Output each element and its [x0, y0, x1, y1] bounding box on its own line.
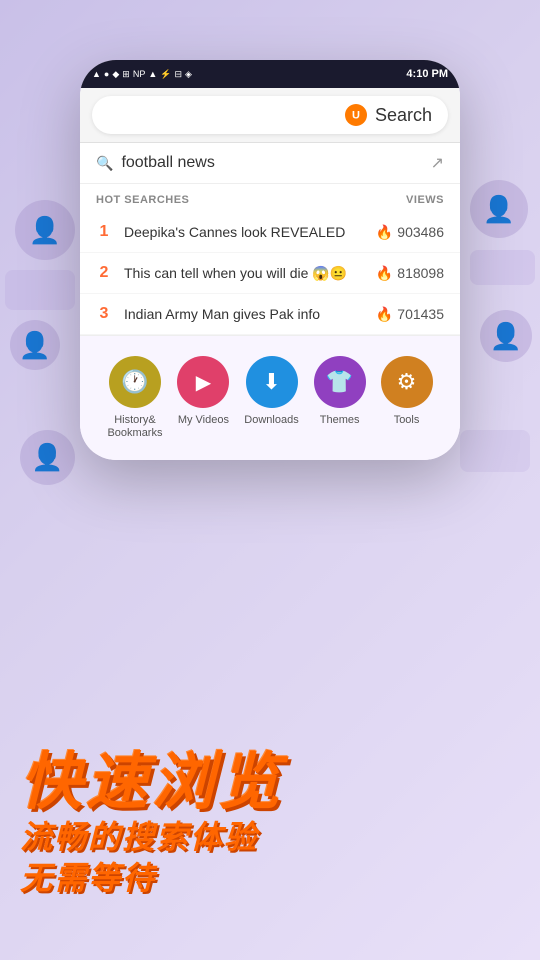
- app-icon-videos[interactable]: ▶ My Videos: [177, 356, 229, 427]
- item-views-3: 701435: [397, 306, 444, 322]
- rank-3: 3: [96, 305, 112, 323]
- status-icons-left: ▲ ● ◆ ⊞ NP ▲ ⚡ ⊟ ◈: [92, 69, 192, 80]
- status-icon-4: ⊞: [122, 69, 130, 80]
- item-views-1: 903486: [397, 224, 444, 240]
- fire-icon-3: 🔥: [376, 306, 393, 323]
- themes-label: Themes: [320, 414, 360, 427]
- hot-search-item-3[interactable]: 3 Indian Army Man gives Pak info 🔥 70143…: [80, 294, 460, 335]
- bg-profile-5: 👤: [480, 310, 532, 362]
- hot-searches-label: HOT SEARCHES: [96, 194, 189, 206]
- views-label: VIEWS: [406, 194, 444, 206]
- tools-icon: ⚙: [397, 369, 417, 395]
- hot-searches-header: HOT SEARCHES VIEWS: [80, 184, 460, 212]
- item-text-1: Deepika's Cannes look REVEALED: [124, 224, 364, 240]
- rank-1: 1: [96, 223, 112, 241]
- status-icon-7: ⚡: [160, 69, 171, 80]
- phone-mockup: ▲ ● ◆ ⊞ NP ▲ ⚡ ⊟ ◈ 4:10 PM U Search 🔍 fo…: [80, 60, 460, 460]
- videos-icon-circle: ▶: [177, 356, 229, 408]
- downloads-label: Downloads: [244, 414, 298, 427]
- app-icon-downloads[interactable]: ⬇ Downloads: [244, 356, 298, 427]
- bg-profile-2: 👤: [10, 320, 60, 370]
- themes-icon: 👕: [326, 369, 353, 395]
- tools-label: Tools: [394, 414, 420, 427]
- chinese-title: 快速浏览: [20, 749, 284, 817]
- search-input-row[interactable]: 🔍 football news ↗: [80, 143, 460, 184]
- download-icon: ⬇: [262, 369, 280, 395]
- rank-2: 2: [96, 264, 112, 282]
- item-text-3: Indian Army Man gives Pak info: [124, 306, 364, 322]
- search-top-bar[interactable]: U Search: [92, 96, 448, 134]
- search-arrow-icon: ↗: [431, 153, 444, 173]
- chinese-subtitle-line2: 无需等待: [20, 858, 284, 900]
- status-icon-5: NP: [133, 69, 146, 79]
- phone-bottom-section: 🕐 History&Bookmarks ▶ My Videos ⬇ Downlo…: [80, 336, 460, 460]
- search-icon-small: 🔍: [96, 155, 113, 172]
- uc-logo-icon: U: [345, 104, 367, 126]
- status-icon-9: ◈: [185, 69, 192, 80]
- app-icon-themes[interactable]: 👕 Themes: [314, 356, 366, 427]
- bg-card-3: [460, 430, 530, 472]
- status-icon-2: ●: [104, 69, 109, 79]
- search-query-text: football news: [121, 154, 422, 172]
- svg-text:U: U: [352, 110, 360, 122]
- chinese-text-overlay: 快速浏览 流畅的搜索体验 无需等待: [20, 749, 284, 900]
- fire-icon-2: 🔥: [376, 265, 393, 282]
- hot-search-item-2[interactable]: 2 This can tell when you will die 😱😐 🔥 8…: [80, 253, 460, 294]
- tools-icon-circle: ⚙: [381, 356, 433, 408]
- history-icon-circle: 🕐: [109, 356, 161, 408]
- status-icon-6: ▲: [148, 69, 157, 79]
- bg-profile-3: 👤: [20, 430, 75, 485]
- history-label: History&Bookmarks: [107, 414, 162, 440]
- item-views-wrapper-2: 🔥 818098: [376, 265, 444, 282]
- status-icon-3: ◆: [112, 69, 119, 80]
- app-icon-history[interactable]: 🕐 History&Bookmarks: [107, 356, 162, 440]
- downloads-icon-circle: ⬇: [246, 356, 298, 408]
- app-icons-row: 🕐 History&Bookmarks ▶ My Videos ⬇ Downlo…: [80, 356, 460, 440]
- hot-search-item-1[interactable]: 1 Deepika's Cannes look REVEALED 🔥 90348…: [80, 212, 460, 253]
- fire-icon-1: 🔥: [376, 224, 393, 241]
- item-views-wrapper-3: 🔥 701435: [376, 306, 444, 323]
- search-top-label: Search: [375, 105, 432, 126]
- app-icon-tools[interactable]: ⚙ Tools: [381, 356, 433, 427]
- bg-card-1: [5, 270, 75, 310]
- browser-chrome: U Search: [80, 88, 460, 143]
- item-views-wrapper-1: 🔥 903486: [376, 224, 444, 241]
- item-views-2: 818098: [397, 265, 444, 281]
- videos-label: My Videos: [178, 414, 229, 427]
- status-icon-1: ▲: [92, 69, 101, 79]
- history-icon: 🕐: [121, 369, 148, 395]
- status-bar: ▲ ● ◆ ⊞ NP ▲ ⚡ ⊟ ◈ 4:10 PM: [80, 60, 460, 88]
- bg-profile-1: 👤: [15, 200, 75, 260]
- status-icon-8: ⊟: [174, 69, 182, 80]
- search-panel: 🔍 football news ↗ HOT SEARCHES VIEWS 1 D…: [80, 143, 460, 336]
- bg-card-2: [470, 250, 535, 285]
- item-text-2: This can tell when you will die 😱😐: [124, 265, 364, 282]
- themes-icon-circle: 👕: [314, 356, 366, 408]
- play-icon: ▶: [196, 370, 211, 395]
- bg-profile-4: 👤: [470, 180, 528, 238]
- chinese-subtitle-line1: 流畅的搜索体验: [20, 817, 284, 859]
- status-time: 4:10 PM: [406, 68, 448, 80]
